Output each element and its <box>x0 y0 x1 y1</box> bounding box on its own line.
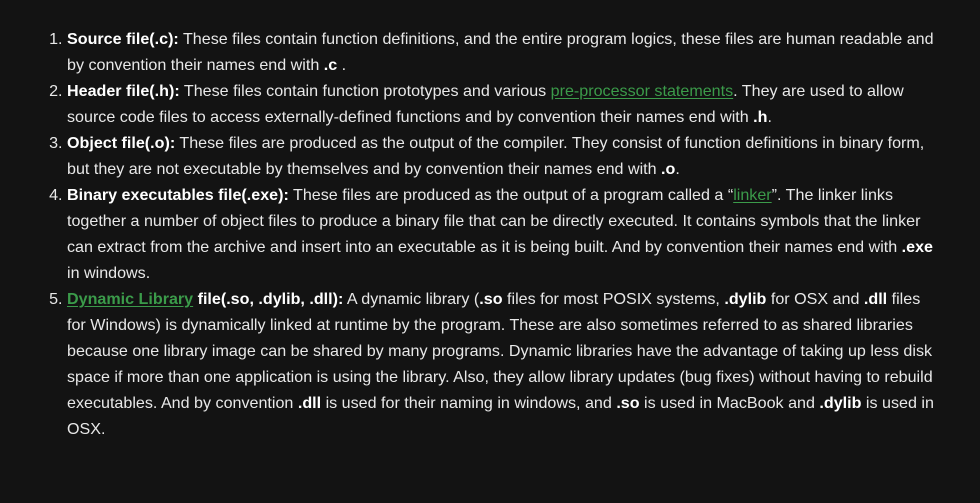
item-title: Object file(.o): <box>67 134 176 152</box>
dynamic-library-link[interactable]: Dynamic Library <box>67 290 193 308</box>
item-text: A dynamic library ( <box>343 290 480 308</box>
item-text: is used in MacBook and <box>639 394 820 412</box>
extension-dylib: .dylib <box>724 290 767 308</box>
extension-exe: .exe <box>901 238 933 256</box>
item-text: is used for their naming in windows, and <box>321 394 617 412</box>
list-item-binary-executables: Binary executables file(.exe): These fil… <box>67 182 940 286</box>
extension-so: .so <box>479 290 503 308</box>
pre-processor-statements-link[interactable]: pre-processor statements <box>551 82 733 100</box>
item-text: for OSX and <box>766 290 864 308</box>
extension-dll: .dll <box>297 394 322 412</box>
item-title: Header file(.h): <box>67 82 180 100</box>
item-text-end: . <box>675 160 680 178</box>
list-item-source-file: Source file(.c): These files contain fun… <box>67 26 940 78</box>
list-item-dynamic-library: Dynamic Library file(.so, .dylib, .dll):… <box>67 286 940 442</box>
extension-h: .h <box>753 108 768 126</box>
extension-o: .o <box>661 160 676 178</box>
extension-dylib: .dylib <box>819 394 862 412</box>
extension-c: .c <box>323 56 338 74</box>
item-title: file(.so, .dylib, .dll): <box>193 290 344 308</box>
file-types-list: Source file(.c): These files contain fun… <box>28 26 940 442</box>
item-text-end: . <box>767 108 772 126</box>
item-text-end: in windows. <box>67 264 151 282</box>
list-item-header-file: Header file(.h): These files contain fun… <box>67 78 940 130</box>
extension-dll: .dll <box>863 290 888 308</box>
item-text-end: . <box>337 56 347 74</box>
item-title: Binary executables file(.exe): <box>67 186 289 204</box>
item-text: These files contain function prototypes … <box>179 82 551 100</box>
item-title: Source file(.c): <box>67 30 179 48</box>
item-text: These files are produced as the output o… <box>288 186 734 204</box>
linker-link[interactable]: linker <box>733 186 771 204</box>
item-text: These files contain function definitions… <box>67 30 934 74</box>
extension-so: .so <box>616 394 640 412</box>
list-item-object-file: Object file(.o): These files are produce… <box>67 130 940 182</box>
item-text: files for most POSIX systems, <box>502 290 725 308</box>
article-content: Source file(.c): These files contain fun… <box>0 0 980 503</box>
item-text: These files are produced as the output o… <box>67 134 925 178</box>
